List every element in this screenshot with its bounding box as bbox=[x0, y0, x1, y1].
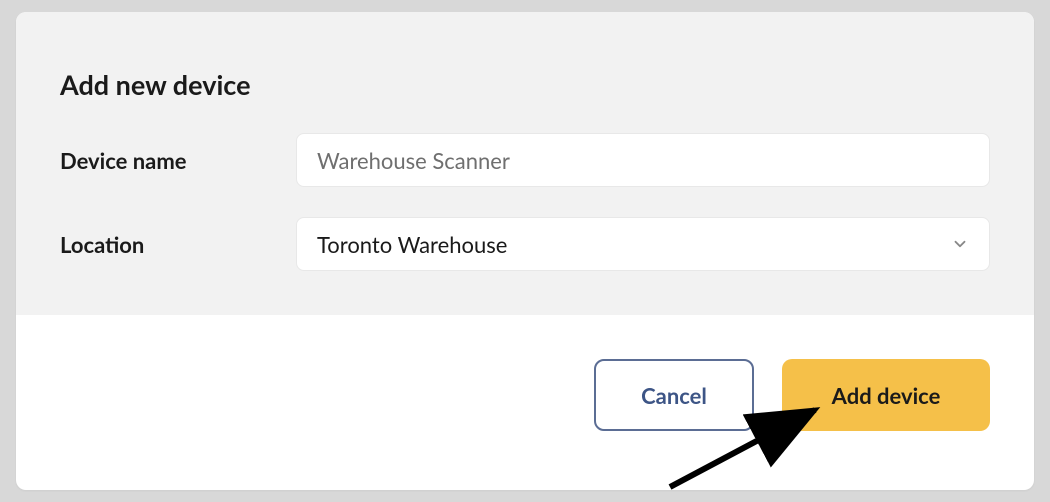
device-name-row: Device name bbox=[60, 133, 990, 187]
modal-title: Add new device bbox=[60, 68, 990, 101]
modal-body: Add new device Device name Location Toro… bbox=[16, 12, 1034, 315]
device-name-label: Device name bbox=[60, 147, 296, 174]
device-name-input[interactable] bbox=[296, 133, 990, 187]
add-device-button[interactable]: Add device bbox=[782, 359, 990, 431]
location-row: Location Toronto Warehouse bbox=[60, 217, 990, 271]
location-label: Location bbox=[60, 231, 296, 258]
add-device-modal: Add new device Device name Location Toro… bbox=[16, 12, 1034, 490]
location-select[interactable]: Toronto Warehouse bbox=[296, 217, 990, 271]
cancel-button[interactable]: Cancel bbox=[594, 359, 754, 431]
modal-footer: Cancel Add device bbox=[16, 315, 1034, 475]
location-select-wrap: Toronto Warehouse bbox=[296, 217, 990, 271]
